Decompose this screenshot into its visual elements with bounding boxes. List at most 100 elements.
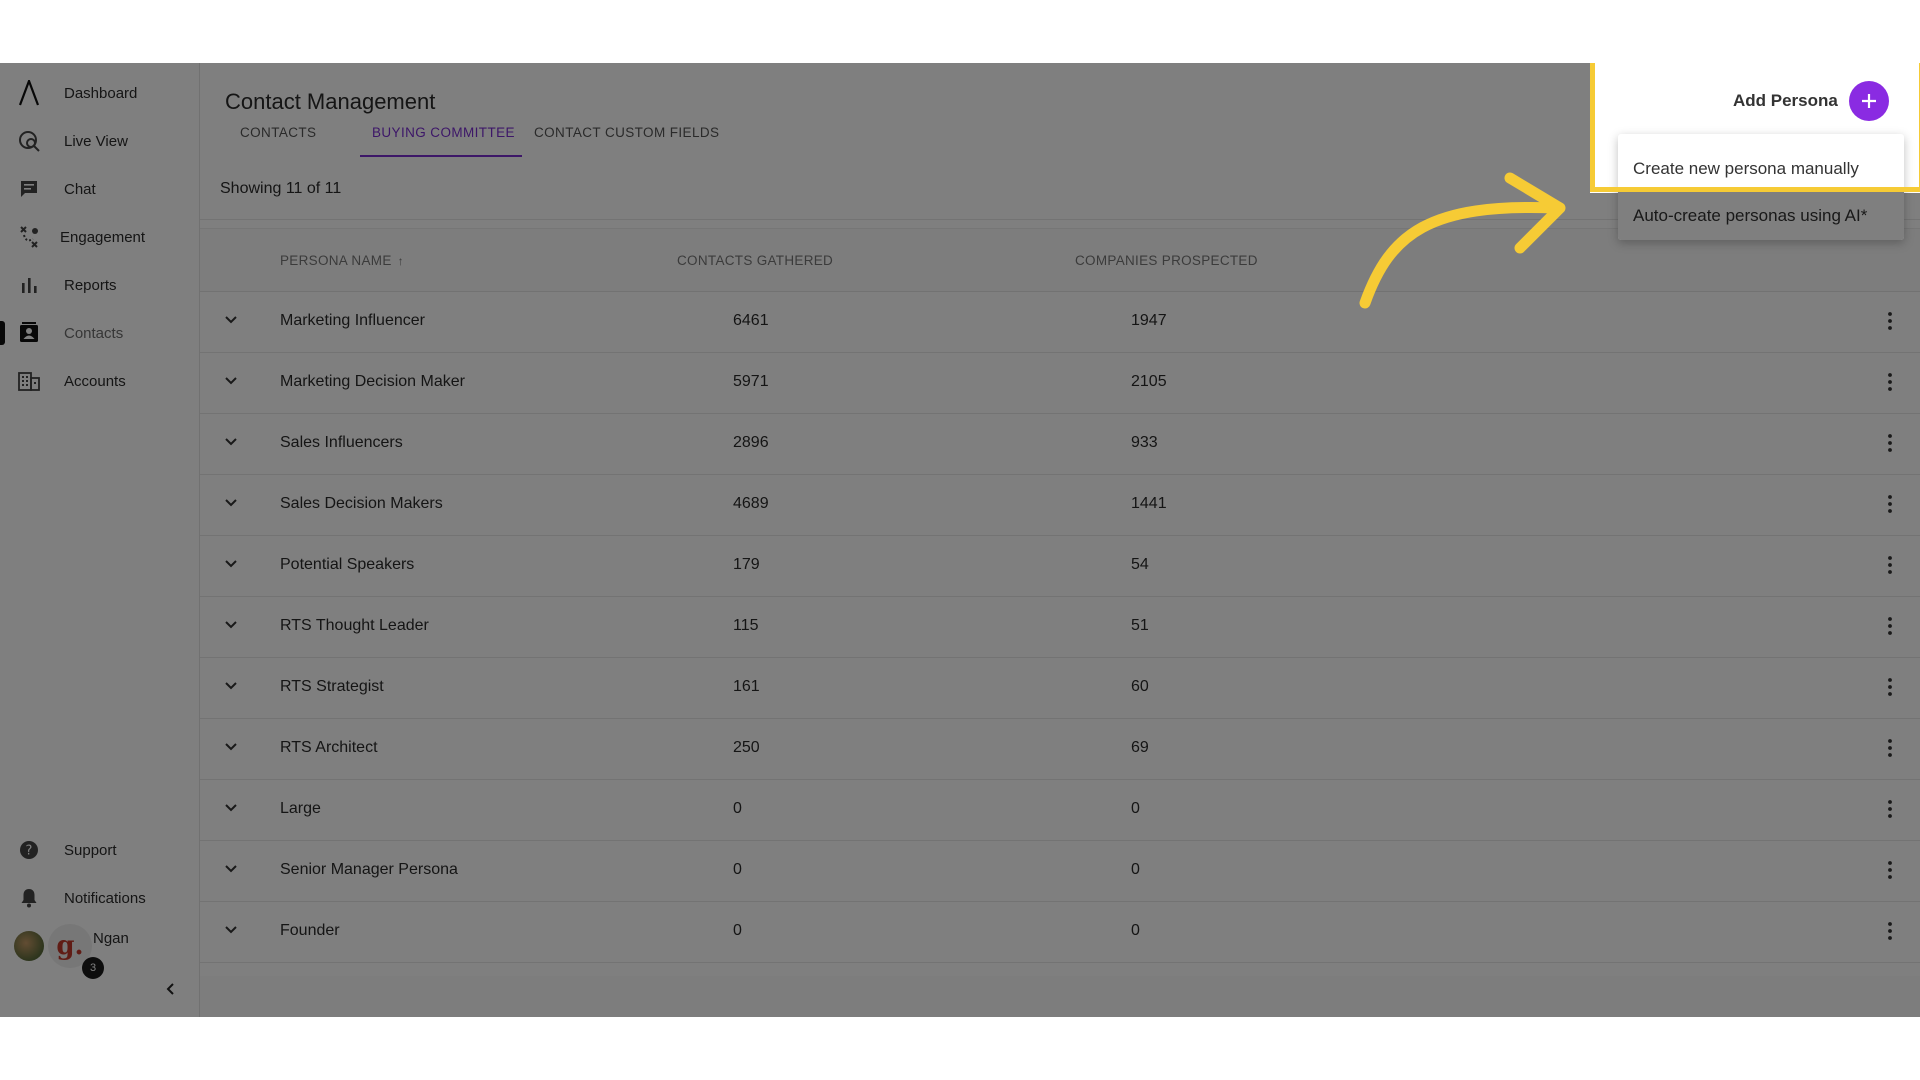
table-row[interactable]: Marketing Influencer 6461 1947 xyxy=(200,291,1920,353)
more-options-icon[interactable] xyxy=(1880,493,1900,515)
contacts-gathered: 161 xyxy=(733,678,760,695)
active-indicator xyxy=(0,321,5,345)
contacts-gathered: 179 xyxy=(733,556,760,573)
table-row[interactable]: Sales Influencers 2896 933 xyxy=(200,413,1920,475)
expand-chevron-icon[interactable] xyxy=(221,310,241,330)
sidebar-item-reports[interactable]: Reports xyxy=(0,265,199,305)
expand-chevron-icon[interactable] xyxy=(221,676,241,696)
contact-card-icon xyxy=(18,322,40,344)
column-header-companies-prospected[interactable]: COMPANIES PROSPECTED xyxy=(1075,253,1258,268)
companies-prospected: 69 xyxy=(1131,739,1149,756)
sidebar-item-engagement[interactable]: Engagement xyxy=(0,217,199,257)
sidebar-item-label: Chat xyxy=(64,180,96,198)
expand-chevron-icon[interactable] xyxy=(221,920,241,940)
menu-item-auto-create-ai[interactable]: Auto-create personas using AI* xyxy=(1618,192,1904,240)
companies-prospected: 1947 xyxy=(1131,312,1167,329)
persona-name: Sales Decision Makers xyxy=(280,495,443,512)
logo-icon xyxy=(18,80,40,106)
avatar xyxy=(14,931,44,961)
contacts-gathered: 2896 xyxy=(733,434,769,451)
sidebar-item-label: Dashboard xyxy=(64,84,138,102)
persona-name: Large xyxy=(280,800,321,817)
persona-name: RTS Thought Leader xyxy=(280,617,429,634)
live-view-icon xyxy=(18,130,40,152)
building-icon xyxy=(18,370,40,392)
sidebar-item-support[interactable]: ? Support xyxy=(0,830,199,870)
companies-prospected: 0 xyxy=(1131,861,1140,878)
more-options-icon[interactable] xyxy=(1880,798,1900,820)
table-row[interactable]: Marketing Decision Maker 5971 2105 xyxy=(200,352,1920,414)
more-options-icon[interactable] xyxy=(1880,676,1900,698)
more-options-icon[interactable] xyxy=(1880,615,1900,637)
sidebar-item-label: Accounts xyxy=(64,372,126,390)
user-name: Ngan xyxy=(93,930,129,947)
sidebar-item-chat[interactable]: Chat xyxy=(0,169,199,209)
persona-name: RTS Strategist xyxy=(280,678,384,695)
tab-contacts[interactable]: CONTACTS xyxy=(240,125,322,157)
sort-ascending-icon[interactable]: ↑ xyxy=(398,254,404,268)
user-profile[interactable]: g. 3 Ngan xyxy=(10,924,190,984)
expand-chevron-icon[interactable] xyxy=(221,432,241,452)
sidebar-item-label: Live View xyxy=(64,132,128,150)
expand-chevron-icon[interactable] xyxy=(221,554,241,574)
highlight-frame xyxy=(1590,63,1920,192)
svg-text:?: ? xyxy=(26,844,33,859)
column-header-persona-name[interactable]: PERSONA NAME ↑ xyxy=(280,253,404,268)
expand-chevron-icon[interactable] xyxy=(221,615,241,635)
companies-prospected: 54 xyxy=(1131,556,1149,573)
contacts-gathered: 6461 xyxy=(733,312,769,329)
sidebar-item-label: Support xyxy=(64,841,117,859)
expand-chevron-icon[interactable] xyxy=(221,371,241,391)
more-options-icon[interactable] xyxy=(1880,859,1900,881)
companies-prospected: 60 xyxy=(1131,678,1149,695)
help-circle-icon: ? xyxy=(18,839,40,861)
sidebar-item-notifications[interactable]: Notifications xyxy=(0,878,199,918)
collapse-sidebar-button[interactable] xyxy=(160,978,182,1000)
more-options-icon[interactable] xyxy=(1880,371,1900,393)
expand-chevron-icon[interactable] xyxy=(221,737,241,757)
table-row[interactable]: Large 0 0 xyxy=(200,779,1920,841)
sidebar-item-label: Reports xyxy=(64,276,117,294)
persona-name: Senior Manager Persona xyxy=(280,861,458,878)
sidebar-item-contacts[interactable]: Contacts xyxy=(0,313,199,353)
tab-buying-committee[interactable]: BUYING COMMITTEE xyxy=(360,125,522,157)
sidebar-item-dashboard[interactable]: Dashboard xyxy=(0,73,199,113)
page-title: Contact Management xyxy=(225,89,436,114)
more-options-icon[interactable] xyxy=(1880,310,1900,332)
contacts-gathered: 0 xyxy=(733,922,742,939)
table-row[interactable]: RTS Strategist 161 60 xyxy=(200,657,1920,719)
more-options-icon[interactable] xyxy=(1880,737,1900,759)
column-header-contacts-gathered[interactable]: CONTACTS GATHERED xyxy=(677,253,833,268)
sidebar: Dashboard Live View Chat Engagement Repo… xyxy=(0,63,200,1017)
expand-chevron-icon[interactable] xyxy=(221,859,241,879)
more-options-icon[interactable] xyxy=(1880,432,1900,454)
sidebar-item-label: Contacts xyxy=(64,324,124,342)
engagement-icon xyxy=(18,226,40,248)
contacts-gathered: 0 xyxy=(733,861,742,878)
expand-chevron-icon[interactable] xyxy=(221,798,241,818)
tab-contact-custom-fields[interactable]: CONTACT CUSTOM FIELDS xyxy=(534,125,724,157)
persona-name: Potential Speakers xyxy=(280,556,415,573)
table-row[interactable]: Sales Decision Makers 4689 1441 xyxy=(200,474,1920,536)
persona-name: Marketing Influencer xyxy=(280,312,425,329)
sidebar-item-label: Engagement xyxy=(60,228,146,246)
notification-count-badge: 3 xyxy=(82,957,104,979)
sidebar-item-accounts[interactable]: Accounts xyxy=(0,361,199,401)
expand-chevron-icon[interactable] xyxy=(221,493,241,513)
table-row[interactable]: Founder 0 0 xyxy=(200,901,1920,963)
table-footer xyxy=(200,976,1920,1017)
table-row[interactable]: RTS Thought Leader 115 51 xyxy=(200,596,1920,658)
more-options-icon[interactable] xyxy=(1880,920,1900,942)
companies-prospected: 0 xyxy=(1131,800,1140,817)
more-options-icon[interactable] xyxy=(1880,554,1900,576)
table-row[interactable]: Senior Manager Persona 0 0 xyxy=(200,840,1920,902)
contacts-gathered: 115 xyxy=(733,617,759,634)
contacts-gathered: 4689 xyxy=(733,495,769,512)
sidebar-item-label: Notifications xyxy=(64,889,146,907)
table-row[interactable]: Potential Speakers 179 54 xyxy=(200,535,1920,597)
contacts-gathered: 5971 xyxy=(733,373,769,390)
table-row[interactable]: RTS Architect 250 69 xyxy=(200,718,1920,780)
persona-name: Sales Influencers xyxy=(280,434,403,451)
sidebar-item-live-view[interactable]: Live View xyxy=(0,121,199,161)
persona-name: RTS Architect xyxy=(280,739,378,756)
